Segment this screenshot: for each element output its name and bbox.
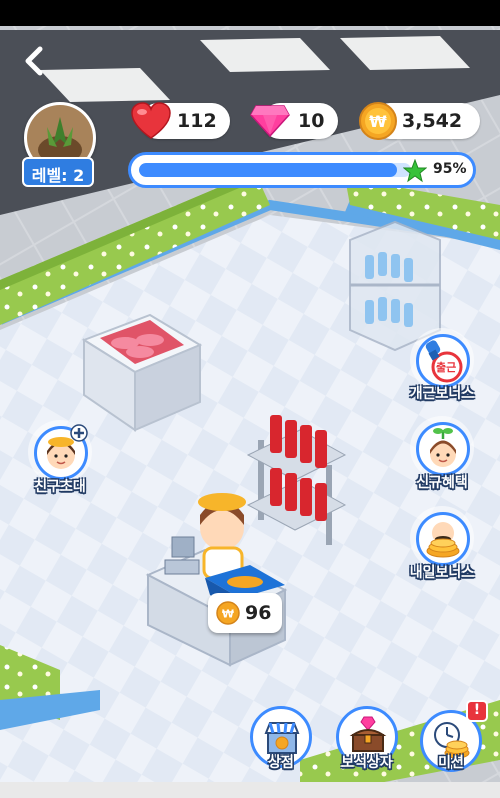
star-icon: [403, 159, 427, 183]
new-benefits-icon-frame: [416, 422, 470, 476]
invite-friends-label: 친구초대: [34, 479, 86, 495]
coin-icon: ₩: [359, 102, 397, 140]
coin-icon: ₩: [216, 601, 240, 625]
mission-label: 미션: [438, 755, 464, 771]
level-label: 레벨: 2: [31, 166, 85, 185]
shop-icon: [264, 722, 300, 754]
mission-alert-mark: !: [473, 702, 481, 718]
svg-text:₩: ₩: [369, 112, 387, 131]
sprout-girl-icon: [430, 428, 456, 467]
hearts-value: 112: [177, 110, 217, 132]
opening-bonus-label: 개근보너스: [409, 386, 475, 402]
new-benefits-label: 신규혜택: [416, 475, 468, 491]
tomorrow-bonus-label: 내일보너스: [409, 565, 475, 581]
counter-coin-amount: 96: [245, 602, 272, 624]
invite-friends-button[interactable]: [28, 420, 92, 484]
counter-coin-bubble[interactable]: ₩ 96: [208, 593, 282, 633]
gem-box-label: 보석상자: [341, 755, 393, 771]
level-badge: 레벨: 2: [22, 157, 94, 187]
new-benefits-button[interactable]: [410, 416, 474, 480]
gems-value: 10: [298, 110, 325, 132]
level-progress-bar: 95%: [128, 152, 476, 188]
shop-label: 상점: [268, 755, 294, 771]
tomorrow-bonus-button[interactable]: [410, 506, 474, 570]
coins-value: 3,542: [402, 110, 463, 132]
back-button[interactable]: [18, 44, 52, 78]
progress-percent: 95%: [433, 161, 467, 177]
heart-icon: [131, 102, 171, 139]
opening-bonus-icon-frame: 출근: [416, 334, 470, 388]
plus-icon: [70, 424, 88, 442]
progress-fill: [139, 163, 398, 177]
mission-alert-badge: !: [466, 700, 488, 722]
svg-text:₩: ₩: [222, 608, 234, 621]
gem-icon: [250, 105, 290, 138]
chevron-left-icon: [25, 46, 43, 76]
treasure-chest-icon: [349, 716, 387, 752]
opening-bonus-badge: 출근: [436, 361, 457, 374]
rich-man-coins-icon: [426, 522, 460, 558]
progress-track: [139, 163, 411, 177]
tomorrow-bonus-icon-frame: [416, 512, 470, 566]
